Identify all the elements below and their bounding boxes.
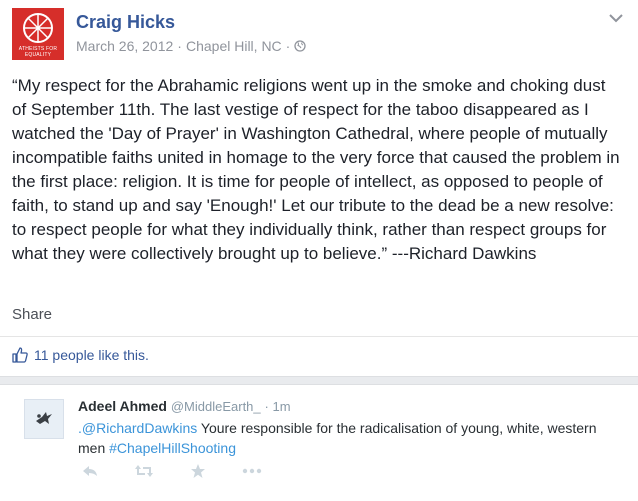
share-link[interactable]: Share [12, 306, 52, 323]
tweet-actions [82, 463, 262, 479]
divider [0, 336, 638, 337]
tweet-timestamp[interactable]: · 1m [265, 399, 291, 414]
avatar-text-line2: EQUALITY [24, 52, 52, 58]
likes-count-text[interactable]: 11 people like this. [34, 347, 149, 363]
atheist-logo-icon [23, 13, 53, 43]
globe-icon[interactable] [294, 40, 306, 52]
tweet-author-name[interactable]: Adeel Ahmed [78, 398, 167, 414]
facebook-post-card: ATHEISTS FOR EQUALITY Craig Hicks March … [0, 0, 638, 377]
meta-separator: · [285, 38, 291, 54]
tweet-header: Adeel Ahmed @MiddleEarth_ · 1m [78, 398, 291, 414]
retweet-icon[interactable] [134, 464, 154, 478]
tweet-hashtag-link[interactable]: #ChapelHillShooting [109, 440, 236, 456]
chevron-down-icon[interactable] [608, 12, 624, 24]
meta-separator: · [177, 38, 182, 54]
tweet-card: Adeel Ahmed @MiddleEarth_ · 1m .@Richard… [0, 384, 638, 501]
tweet-text: .@RichardDawkins Youre responsible for t… [78, 418, 618, 458]
likes-row[interactable]: 11 people like this. [12, 347, 149, 363]
favorite-star-icon[interactable] [190, 463, 206, 479]
post-location-link[interactable]: Chapel Hill, NC [186, 38, 282, 54]
post-meta: March 26, 2012 · Chapel Hill, NC · [76, 38, 306, 54]
thumbs-up-icon [12, 347, 28, 363]
tweet-author-handle[interactable]: @MiddleEarth_ [171, 399, 261, 414]
post-date-link[interactable]: March 26, 2012 [76, 38, 173, 54]
more-options-icon[interactable] [242, 468, 262, 474]
bird-avatar-icon [36, 412, 52, 424]
author-avatar[interactable]: ATHEISTS FOR EQUALITY [12, 8, 64, 60]
reply-icon[interactable] [82, 464, 98, 478]
avatar-logo-text: ATHEISTS FOR EQUALITY [12, 46, 64, 58]
tweet-avatar[interactable] [24, 399, 64, 439]
post-text: “My respect for the Abrahamic religions … [12, 76, 620, 263]
tweet-mention-link[interactable]: .@RichardDawkins [78, 420, 197, 436]
author-name-link[interactable]: Craig Hicks [76, 12, 175, 33]
